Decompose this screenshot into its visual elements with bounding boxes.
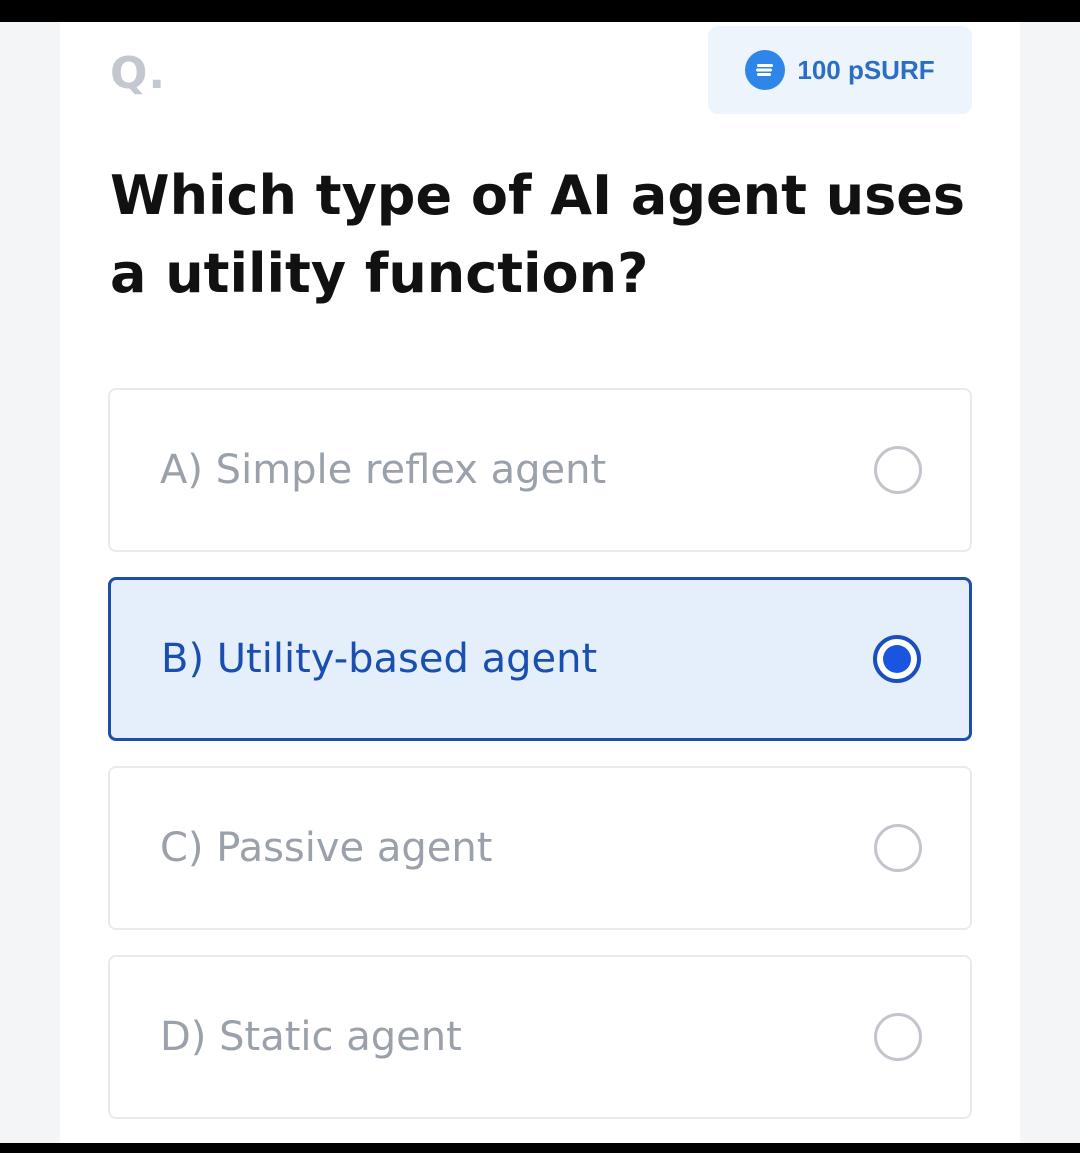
- option-b-label: B) Utility-based agent: [161, 636, 598, 682]
- question-text: Which type of AI agent uses a utility fu…: [110, 164, 966, 305]
- radio-unchecked-icon[interactable]: [874, 446, 922, 494]
- radio-unchecked-icon[interactable]: [874, 824, 922, 872]
- reward-badge[interactable]: 100 pSURF: [708, 26, 972, 114]
- option-c[interactable]: C) Passive agent: [108, 766, 972, 930]
- option-c-label: C) Passive agent: [160, 825, 493, 871]
- option-a[interactable]: A) Simple reflex agent: [108, 388, 972, 552]
- option-a-label: A) Simple reflex agent: [160, 447, 607, 493]
- question-card: Q. 100 pSURF Which type of AI agent uses…: [60, 22, 1020, 1143]
- option-d-label: D) Static agent: [160, 1014, 462, 1060]
- quiz-screen: Q. 100 pSURF Which type of AI agent uses…: [0, 22, 1080, 1143]
- option-d[interactable]: D) Static agent: [108, 955, 972, 1119]
- question-marker: Q.: [110, 48, 167, 99]
- reward-amount: 100 pSURF: [797, 54, 935, 85]
- coin-icon: [745, 50, 786, 90]
- radio-checked-icon[interactable]: [873, 635, 921, 683]
- option-b[interactable]: B) Utility-based agent: [108, 577, 972, 741]
- radio-unchecked-icon[interactable]: [874, 1013, 922, 1061]
- radio-dot: [883, 645, 911, 673]
